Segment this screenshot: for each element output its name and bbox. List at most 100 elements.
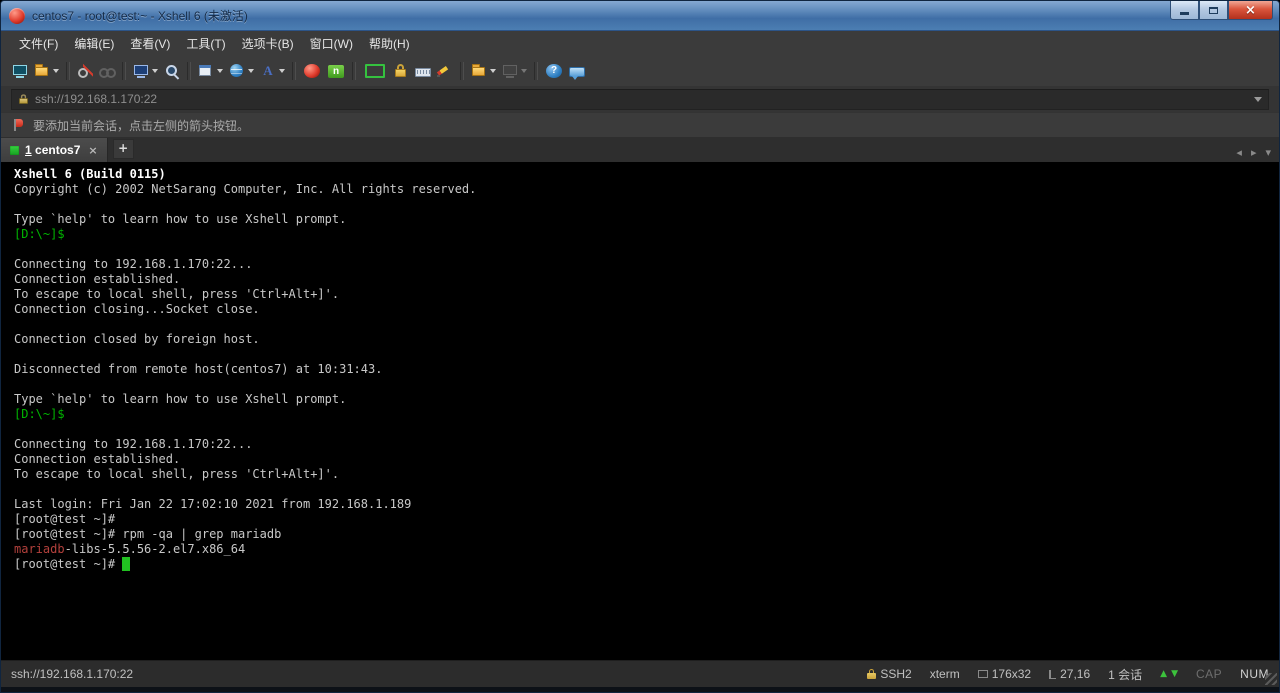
new-terminal-button[interactable] [130,59,161,83]
maximize-icon [1209,7,1218,14]
terminal-size-icon [978,670,988,678]
terminal-screen[interactable]: Xshell 6 (Build 0115)Copyright (c) 2002 … [1,162,1279,660]
toolbar-separator [187,62,191,80]
open-folder-icon [34,63,50,79]
menu-file[interactable]: 文件(F) [11,32,66,55]
menu-help[interactable]: 帮助(H) [361,32,418,55]
help-button[interactable]: ? [542,59,566,83]
new-session-icon [12,63,28,79]
new-terminal-icon [133,63,149,79]
address-dropdown-icon[interactable] [1254,97,1262,102]
find-button[interactable] [161,59,183,83]
menu-window[interactable]: 窗口(W) [302,32,361,55]
download-arrow-icon: ▼ [1171,670,1178,679]
window-bottom-border [1,687,1279,692]
minimize-icon [1180,12,1189,15]
lock-icon [393,63,409,79]
terminal-line [14,377,1271,392]
window-title: centos7 - root@test:~ - Xshell 6 (未激活) [32,7,248,24]
chat-bubble-icon [569,67,585,77]
address-bar-row: ssh://192.168.1.170:22 [1,86,1279,112]
chevron-down-icon[interactable] [217,69,223,73]
encryption-label: SSH2 [880,667,911,681]
virtual-keyboard-button[interactable] [412,59,434,83]
status-url: ssh://192.168.1.170:22 [11,667,849,681]
tab-menu-icon[interactable]: ▾ [1265,147,1271,158]
file-transfer-button[interactable] [468,59,499,83]
tab-scroll-right-icon[interactable]: ▸ [1251,147,1257,158]
menu-view[interactable]: 查看(V) [122,32,178,55]
maximize-button[interactable] [1199,1,1228,20]
terminal-line: [root@test ~]# rpm -qa | grep mariadb [14,527,1271,542]
xagent-button[interactable]: n [324,59,348,83]
feedback-button[interactable] [566,59,588,83]
minimize-button[interactable] [1170,1,1199,20]
address-lock-icon [19,94,28,104]
status-session-count: 1 会话 [1108,666,1142,683]
disconnect-icon [77,63,93,79]
disconnect-button[interactable] [74,59,96,83]
toolbar: A n ? [1,56,1279,86]
cursor-position-icon [1049,670,1056,679]
terminal-line: [root@test ~]# [14,512,1271,527]
terminal-line [14,317,1271,332]
highlight-button[interactable] [434,59,456,83]
terminal-line: Connection closed by foreign host. [14,332,1271,347]
open-session-button[interactable] [31,59,62,83]
terminal-line: [root@test ~]# [14,557,1271,572]
add-session-flag-icon[interactable] [13,118,25,132]
terminal-line: To escape to local shell, press 'Ctrl+Al… [14,287,1271,302]
window-controls: × [1170,1,1273,20]
chevron-down-icon[interactable] [490,69,496,73]
resize-grip[interactable] [1265,673,1277,685]
new-session-button[interactable] [9,59,31,83]
tab-number: 1 [25,143,32,157]
reconnect-icon [99,63,115,79]
transfer-monitor-icon [502,63,518,79]
fullscreen-icon [365,64,385,78]
terminal-line: [D:\~]$ [14,227,1271,242]
xshell-home-button[interactable] [300,59,324,83]
terminal-line [14,347,1271,362]
caps-lock-indicator: CAP [1196,667,1222,681]
transfer-disabled-button[interactable] [499,59,530,83]
upload-arrow-icon: ▲ [1160,670,1167,679]
toolbar-separator [534,62,538,80]
address-url[interactable]: ssh://192.168.1.170:22 [35,92,1248,106]
web-button[interactable] [226,59,257,83]
compose-button[interactable] [195,59,226,83]
tab-scroll-left-icon[interactable]: ◂ [1236,147,1242,158]
reconnect-button[interactable] [96,59,118,83]
chevron-down-icon[interactable] [248,69,254,73]
close-button[interactable]: × [1228,1,1273,20]
font-icon: A [260,63,276,79]
menu-tabs[interactable]: 选项卡(B) [234,32,302,55]
chevron-down-icon[interactable] [521,69,527,73]
title-bar[interactable]: centos7 - root@test:~ - Xshell 6 (未激活) × [1,1,1279,31]
terminal-line: Connection closing...Socket close. [14,302,1271,317]
chevron-down-icon[interactable] [53,69,59,73]
chevron-down-icon[interactable] [279,69,285,73]
globe-icon [229,63,245,79]
lock-screen-button[interactable] [390,59,412,83]
font-button[interactable]: A [257,59,288,83]
menu-edit[interactable]: 编辑(E) [66,32,122,55]
new-tab-button[interactable]: + [113,139,134,159]
status-bar: ssh://192.168.1.170:22 SSH2 xterm 176x32… [1,660,1279,687]
terminal-line: Type `help' to learn how to use Xshell p… [14,212,1271,227]
compose-window-icon [198,63,214,79]
address-bar[interactable]: ssh://192.168.1.170:22 [11,89,1269,110]
chevron-down-icon[interactable] [152,69,158,73]
fullscreen-button[interactable] [360,59,390,83]
info-bar-text: 要添加当前会话，点击左侧的箭头按钮。 [33,117,249,134]
tab-close-icon[interactable]: × [88,145,97,156]
tab-label: 1 centos7 [25,143,80,157]
session-status-icon [10,146,19,155]
info-bar: 要添加当前会话，点击左侧的箭头按钮。 [1,112,1279,137]
xshell-logo-icon [9,8,25,24]
terminal-cursor [122,557,129,571]
terminal-size-label: 176x32 [992,667,1031,681]
terminal-line [14,197,1271,212]
tab-centos7[interactable]: 1 centos7 × [1,138,108,162]
menu-tools[interactable]: 工具(T) [178,32,233,55]
